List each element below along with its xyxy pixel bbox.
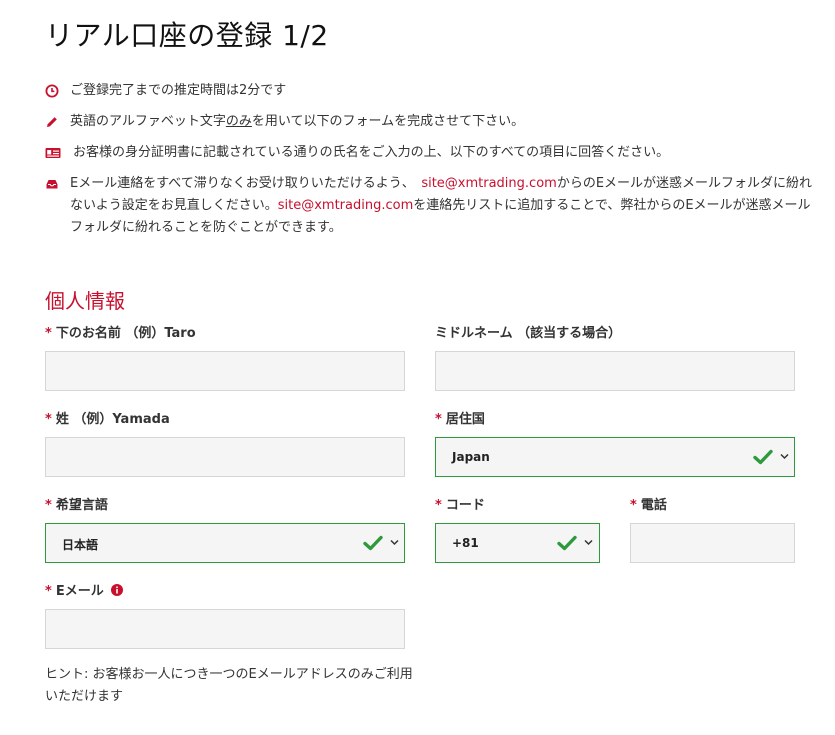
email-label: * Eメール	[45, 580, 124, 599]
phone-input[interactable]	[630, 523, 795, 563]
page-title: リアル口座の登録 1/2	[45, 19, 329, 52]
email-link-2[interactable]: site@xmtrading.com	[278, 198, 414, 213]
note-text: お客様の身分証明書に記載されている通りの氏名をご入力の上、以下のすべての項目に回…	[73, 145, 670, 160]
language-select-value: 日本語	[62, 538, 99, 552]
check-icon	[753, 449, 773, 465]
note-estimated-time: ご登録完了までの推定時間は2分です	[45, 80, 805, 102]
note-text-before: 英語のアルファベット文字	[70, 114, 226, 129]
required-mark: *	[435, 498, 442, 513]
language-label: * 希望言語	[45, 494, 108, 513]
required-mark: *	[45, 326, 52, 341]
id-card-icon	[45, 148, 61, 158]
note-part1: Eメール連絡をすべて滞りなくお受け取りいただけるよう、	[70, 176, 409, 191]
chevron-down-icon	[584, 539, 593, 546]
country-code-select[interactable]: +81	[435, 523, 600, 563]
last-name-label-text: 姓 （例）Yamada	[55, 412, 170, 427]
note-text: Eメール連絡をすべて滞りなくお受け取りいただけるよう、 site@xmtradi…	[70, 173, 820, 239]
email-input[interactable]	[45, 609, 405, 649]
info-icon[interactable]	[111, 584, 124, 596]
country-label: * 居住国	[435, 408, 485, 427]
email-label-text: Eメール	[55, 584, 104, 599]
code-label-text: コード	[445, 498, 485, 513]
country-select[interactable]: Japan	[435, 437, 795, 477]
check-icon	[363, 535, 383, 551]
first-name-label: * 下のお名前 （例）Taro	[45, 322, 196, 341]
required-mark: *	[630, 498, 637, 513]
phone-label: * 電話	[630, 494, 667, 513]
chevron-down-icon	[780, 453, 789, 460]
clock-icon	[45, 84, 59, 98]
note-text: 英語のアルファベット文字のみを用いて以下のフォームを完成させて下さい。	[70, 111, 524, 133]
middle-name-label-text: ミドルネーム （該当する場合）	[435, 326, 622, 341]
note-text-after: を用いて以下のフォームを完成させて下さい。	[251, 114, 525, 129]
note-alphabet-only: 英語のアルファベット文字のみを用いて以下のフォームを完成させて下さい。	[45, 111, 805, 133]
middle-name-input[interactable]	[435, 351, 795, 391]
email-link-1[interactable]: site@xmtrading.com	[421, 176, 557, 191]
note-email-whitelist: Eメール連絡をすべて滞りなくお受け取りいただけるよう、 site@xmtradi…	[45, 173, 825, 239]
email-hint: ヒント: お客様お一人につき一つのEメールアドレスのみご利用いただけます	[45, 667, 413, 704]
note-id-name: お客様の身分証明書に記載されている通りの氏名をご入力の上、以下のすべての項目に回…	[45, 142, 805, 164]
required-mark: *	[45, 412, 52, 427]
country-code-value: +81	[452, 536, 479, 550]
chevron-down-icon	[390, 539, 399, 546]
required-mark: *	[435, 412, 442, 427]
pencil-icon	[47, 117, 57, 127]
required-mark: *	[45, 584, 52, 599]
note-underline: のみ	[225, 114, 252, 129]
code-label: * コード	[435, 494, 485, 513]
required-mark: *	[45, 498, 52, 513]
language-label-text: 希望言語	[55, 498, 108, 513]
phone-label-text: 電話	[640, 498, 667, 513]
last-name-input[interactable]	[45, 437, 405, 477]
language-select[interactable]: 日本語	[45, 523, 405, 563]
last-name-label: * 姓 （例）Yamada	[45, 408, 170, 427]
country-select-value: Japan	[452, 450, 490, 464]
first-name-input[interactable]	[45, 351, 405, 391]
first-name-label-text: 下のお名前 （例）Taro	[55, 326, 196, 341]
country-label-text: 居住国	[445, 412, 485, 427]
inbox-icon	[46, 180, 58, 189]
note-text: ご登録完了までの推定時間は2分です	[70, 83, 287, 98]
section-title-personal-info: 個人情報	[45, 289, 125, 313]
check-icon	[557, 535, 577, 551]
middle-name-label: ミドルネーム （該当する場合）	[435, 322, 621, 341]
